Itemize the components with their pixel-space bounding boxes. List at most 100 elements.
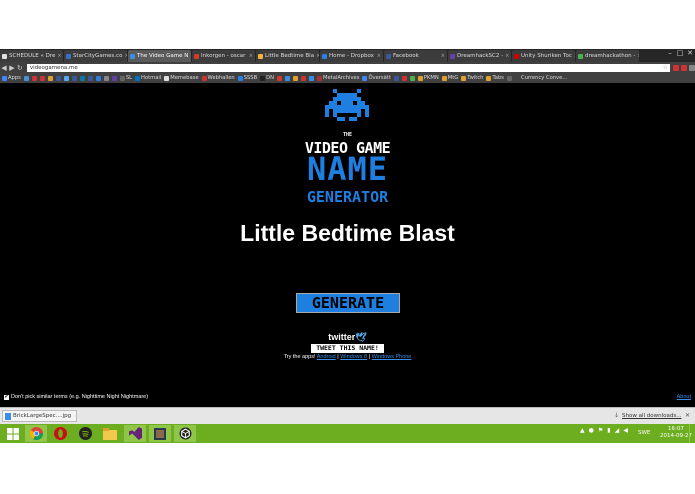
tab-close-icon[interactable]: × [377,50,383,62]
similar-terms-option[interactable]: ✔ Don't pick similar terms (e.g. Nightti… [4,394,148,400]
taskbar-unity[interactable] [174,425,196,442]
bookmark-item[interactable] [47,75,53,81]
bookmark-item[interactable] [103,75,109,81]
android-link[interactable]: Android [317,354,336,360]
tray-volume-icon[interactable]: ◀ [623,427,628,434]
tweet-this-name-button[interactable]: TWEET THIS NAME! [311,344,384,353]
bookmark-item[interactable] [71,75,77,81]
language-indicator[interactable]: SWE [638,430,650,436]
browser-tab[interactable]: Home - Dropbox × [320,50,383,62]
start-button[interactable] [2,425,24,442]
about-link[interactable]: About [677,394,691,400]
tray-network-icon[interactable]: ◢ [615,427,620,434]
browser-tab[interactable]: SCHEDULE « Dre × [0,50,63,62]
browser-tab[interactable]: Unity Shuriken Toc× [512,50,575,62]
tab-close-icon[interactable]: × [637,50,639,62]
bookmark-item[interactable] [393,75,399,81]
bookmark-item[interactable] [277,75,282,81]
bookmark-item[interactable]: Tabs [486,75,504,81]
bookmark-item[interactable]: Currency Conve... [514,75,567,81]
similar-terms-checkbox[interactable]: ✔ [4,394,9,400]
taskbar-file-explorer[interactable] [99,425,121,442]
generate-button[interactable]: GENERATE [296,293,400,313]
tab-close-icon[interactable]: × [316,50,319,62]
close-window-button[interactable]: ✕ [685,49,695,58]
tab-close-icon[interactable]: × [505,50,511,62]
tray-battery-icon[interactable]: ▮ [607,427,610,434]
bookmark-item[interactable] [409,75,415,81]
opera-icon [53,427,67,440]
bookmark-item[interactable]: Twitch [461,75,483,81]
tab-close-icon[interactable]: × [190,50,191,62]
menu-icon[interactable] [688,64,695,71]
bookmark-item[interactable]: Memebase [164,75,199,81]
bookmark-item[interactable]: SL [119,75,132,81]
taskbar-spotify[interactable] [74,425,96,442]
bookmark-item[interactable] [506,75,512,81]
tray-app-icon[interactable]: ● [589,427,594,434]
taskbar-clock[interactable]: 16:07 2014-09-27 [660,426,692,440]
windows8-link[interactable]: Windows 8 [340,354,367,360]
taskbar-opera[interactable] [49,425,71,442]
address-bar[interactable]: videogamena.me ☆ [26,63,670,72]
minimize-button[interactable]: – [665,49,675,58]
close-downloads-button[interactable]: ✕ [685,412,690,419]
bookmark-item[interactable] [293,75,298,81]
bookmark-item[interactable]: MetalArchives [317,75,359,81]
extension-icon[interactable] [680,64,687,71]
bookmark-item[interactable]: Apps [2,75,21,81]
browser-tab[interactable]: Little Bedtime Bla × [256,50,319,62]
bookmark-favicon-icon [486,75,492,81]
tab-close-icon[interactable]: × [574,50,575,62]
taskbar-visual-studio[interactable] [124,425,146,442]
bookmark-item[interactable] [63,75,69,81]
bookmark-item[interactable]: DN [260,75,274,81]
bookmark-item[interactable]: Översätt [362,75,391,81]
browser-tab[interactable]: Inkorgen - oscar × [192,50,255,62]
browser-tab[interactable]: Facebook × [384,50,447,62]
bookmark-item[interactable] [39,75,45,81]
bookmark-item[interactable] [31,75,37,81]
windows-logo-icon [7,427,19,440]
bookmark-item[interactable]: Hotmail [135,75,161,81]
bookmark-item[interactable] [79,75,85,81]
bookmark-item[interactable]: SSSB [237,75,257,81]
bookmark-item[interactable] [301,75,306,81]
show-all-downloads-link[interactable]: Show all downloads... [622,413,681,419]
maximize-button[interactable]: □ [675,49,685,58]
browser-tab[interactable]: DreamhackSC2 - × [448,50,511,62]
taskbar-chrome[interactable] [25,425,47,442]
back-button[interactable]: ◀ [0,64,8,72]
bookmark-item[interactable] [87,75,93,81]
taskbar-photoshop[interactable] [149,425,171,442]
tray-flag-icon[interactable]: ⚑ [598,427,603,434]
windows-phone-link[interactable]: Windows Phone [372,354,412,360]
tab-close-icon[interactable]: × [124,50,127,62]
tab-close-icon[interactable]: × [249,50,255,62]
clock-time: 16:07 [668,426,684,432]
bookmark-item[interactable] [285,75,290,81]
bookmark-star-icon[interactable]: ☆ [663,64,668,71]
browser-tab[interactable]: dreamhackathon -× [576,50,639,62]
bookmark-item[interactable]: MtG [441,75,458,81]
reload-button[interactable]: ↻ [16,64,24,72]
bookmark-item[interactable]: PKMN [417,75,439,81]
tab-close-icon[interactable]: × [441,50,447,62]
bookmark-item[interactable] [23,75,29,81]
bookmark-item[interactable] [55,75,61,81]
extension-icon[interactable] [672,64,679,71]
download-item[interactable]: BrickLargeSpec....jpg [2,410,77,422]
show-desktop-button[interactable] [689,424,695,443]
bookmark-item[interactable] [111,75,117,81]
bookmark-item[interactable] [309,75,314,81]
bookmark-favicon-icon [31,75,37,81]
browser-tab[interactable]: The Video Game N× [128,50,191,62]
bookmark-item[interactable] [95,75,101,81]
tray-up-arrow-icon[interactable]: ▲ [580,427,585,434]
browser-tab[interactable]: StarCityGames.co × [64,50,127,62]
tab-close-icon[interactable]: × [57,50,63,62]
similar-terms-label: Don't pick similar terms (e.g. Nighttime… [11,394,149,400]
bookmark-item[interactable] [401,75,407,81]
bookmark-item[interactable]: Webhallen [201,75,235,81]
forward-button[interactable]: ▶ [8,64,16,72]
